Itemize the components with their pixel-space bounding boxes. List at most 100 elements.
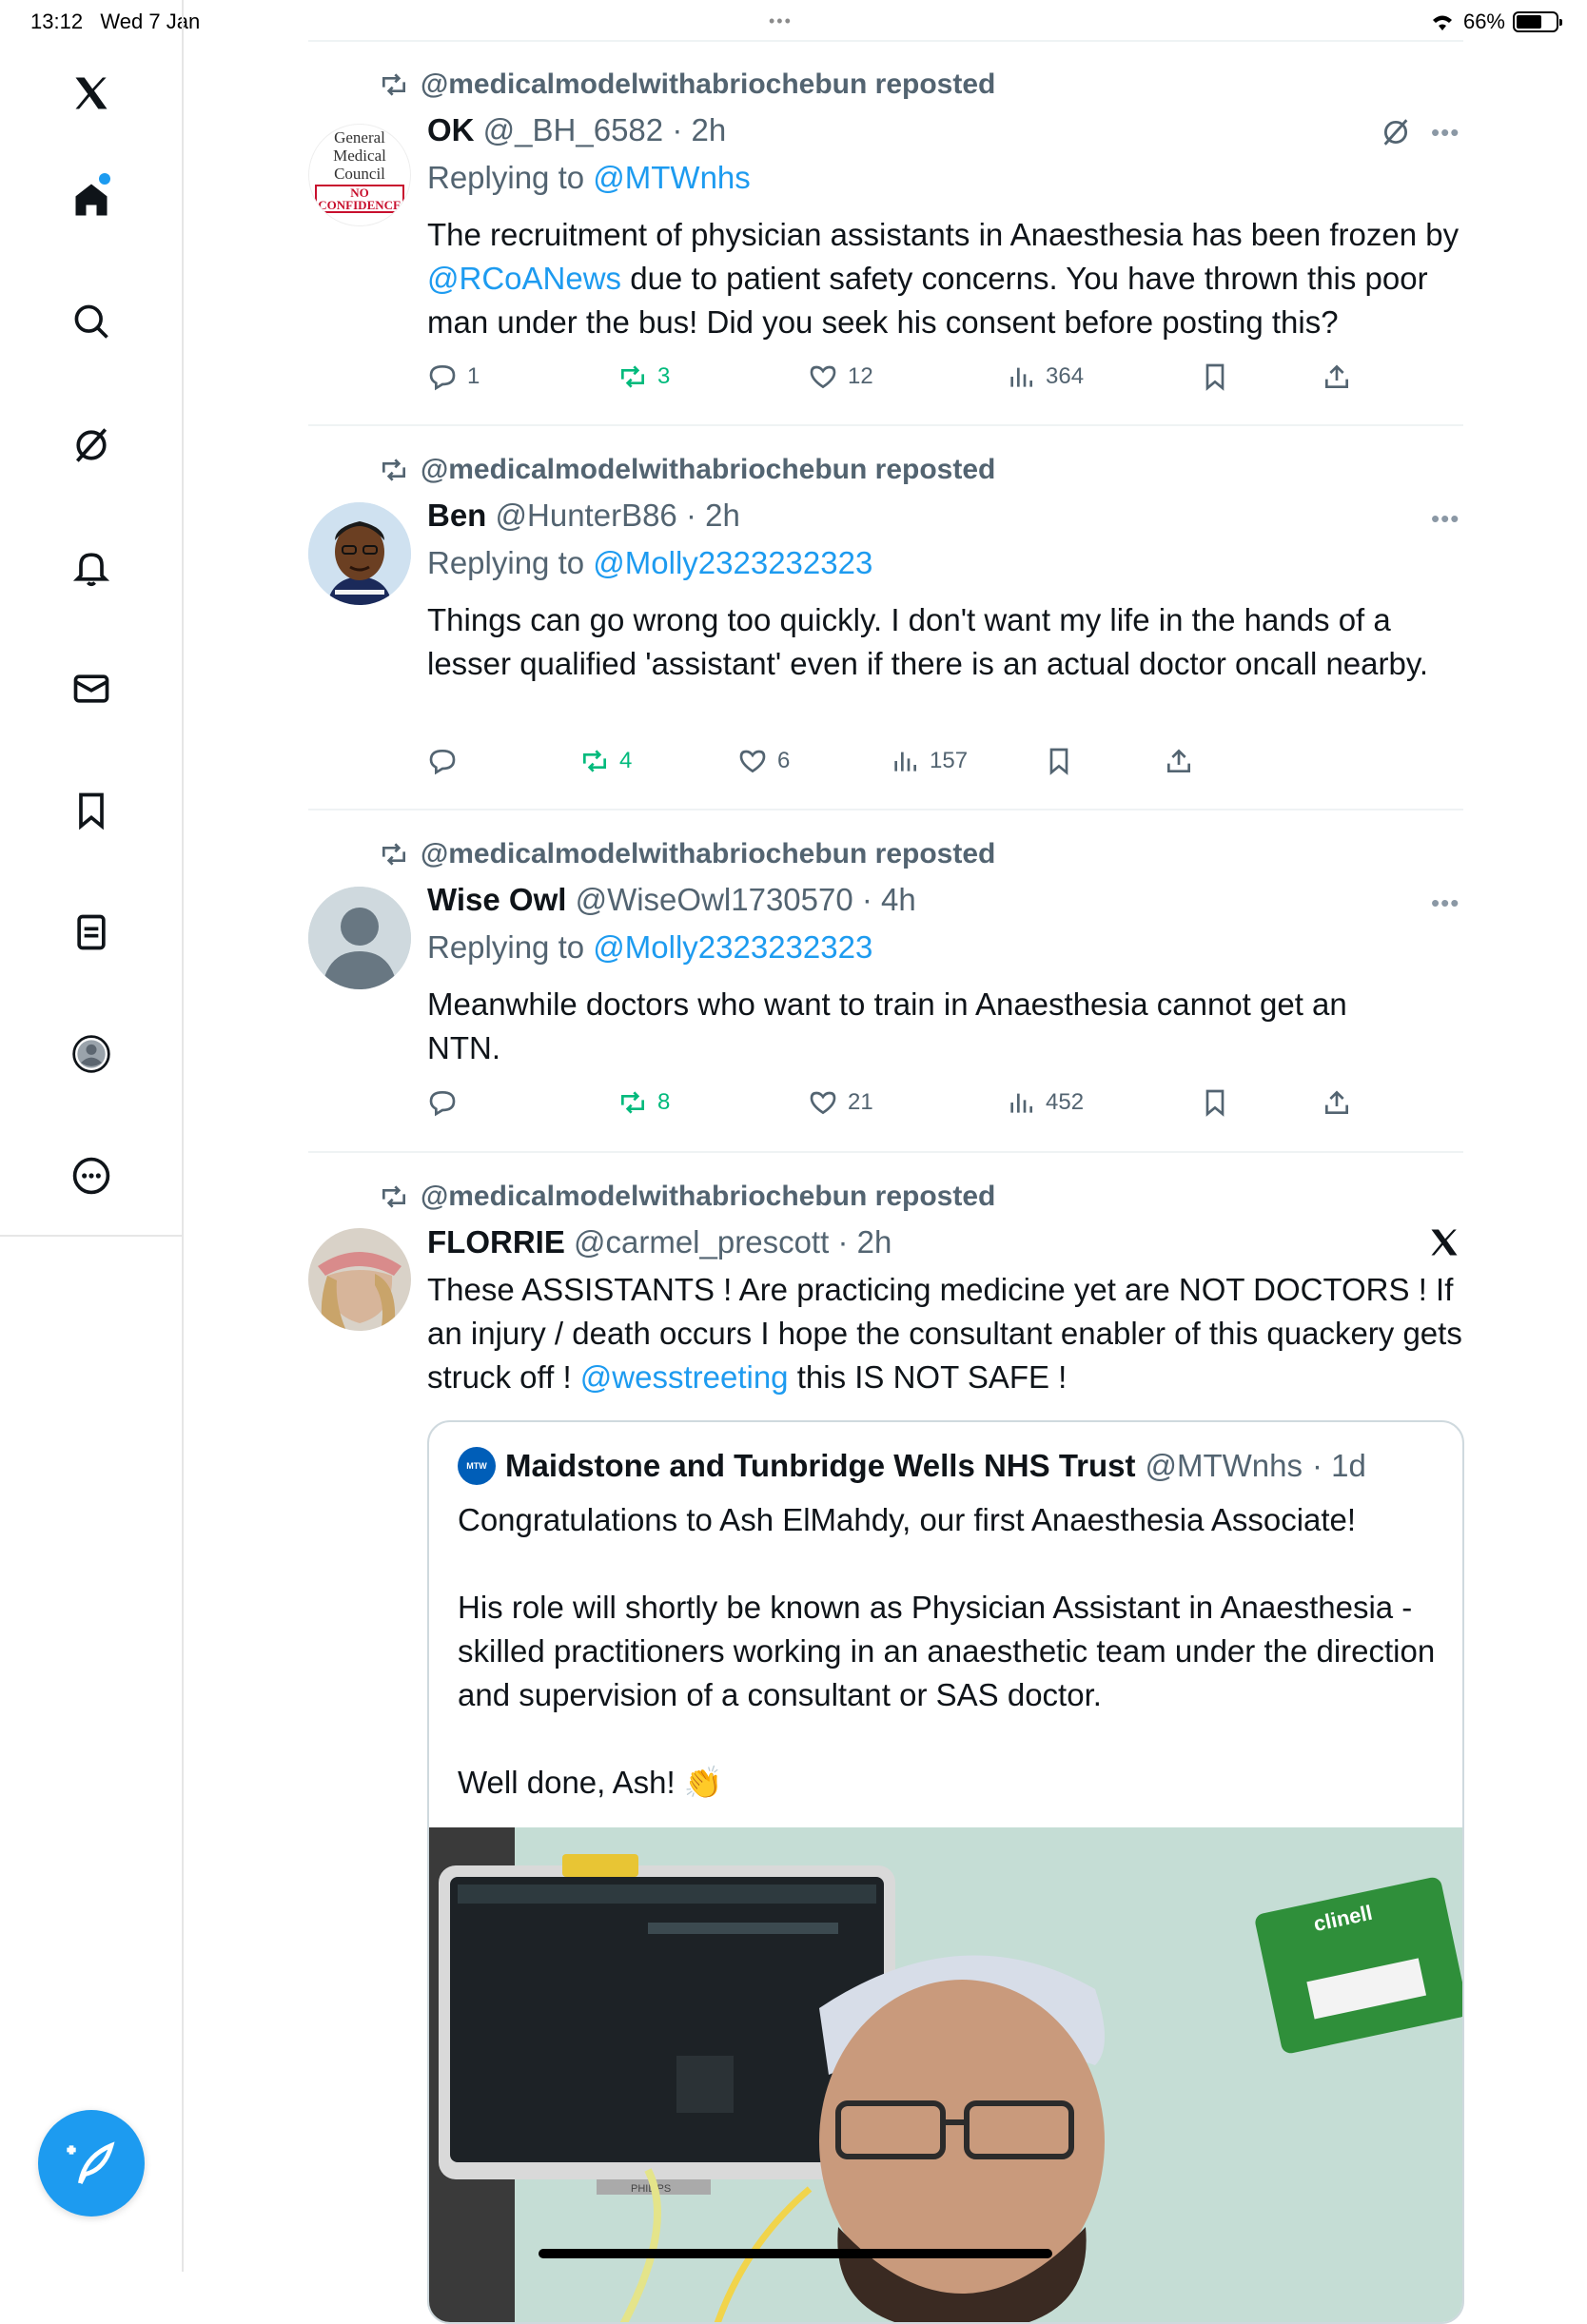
bookmark-button[interactable] [1200, 361, 1230, 392]
repost-icon [621, 1091, 644, 1114]
battery-fill [1517, 15, 1542, 29]
logo-text: MTW [466, 1461, 487, 1471]
display-name[interactable]: FLORRIE [427, 1224, 565, 1260]
x-logo-icon [1427, 1225, 1461, 1264]
post-author[interactable]: Wise Owl @WiseOwl1730570 · 4h [427, 882, 916, 918]
repost-header: @medicalmodelwithabriochebun reposted [379, 454, 995, 486]
repost-icon [382, 73, 405, 96]
multitasking-dots[interactable]: ••• [769, 11, 793, 31]
compose-icon [67, 2141, 115, 2185]
grok-icon[interactable] [1380, 116, 1412, 153]
handle[interactable]: @_BH_6582 [483, 112, 663, 147]
timestamp[interactable]: · 2h [837, 1224, 891, 1260]
timestamp[interactable]: · 4h [862, 882, 916, 917]
post-text: These ASSISTANTS ! Are practicing medici… [427, 1268, 1464, 1399]
views-icon [894, 752, 916, 771]
battery-icon [1513, 11, 1562, 32]
reply-button[interactable]: 1 [427, 361, 480, 392]
timestamp[interactable]: · 1d [1312, 1448, 1366, 1484]
post-author[interactable]: FLORRIE @carmel_prescott · 2h [427, 1224, 891, 1260]
like-button[interactable]: 12 [808, 361, 873, 392]
repost-count: 8 [657, 1089, 671, 1115]
repost-icon [621, 365, 644, 388]
bookmark-button[interactable] [1200, 1087, 1230, 1118]
reply-icon [429, 364, 456, 391]
repost-label: @medicalmodelwithabriochebun reposted [421, 68, 996, 100]
views-button[interactable]: 364 [1006, 361, 1084, 392]
display-name[interactable]: Ben [427, 498, 486, 533]
bookmark-icon [1205, 363, 1225, 391]
replying-to-link[interactable]: @Molly2323232323 [593, 929, 872, 965]
view-count: 157 [930, 748, 969, 773]
heart-icon [810, 1091, 836, 1115]
views-button[interactable]: 157 [890, 746, 968, 776]
feed-divider [308, 40, 1463, 42]
handle[interactable]: @HunterB86 [496, 498, 677, 533]
avatar-text: Council [334, 165, 385, 183]
more-options-icon[interactable]: ••• [1431, 504, 1460, 534]
repost-button[interactable]: 8 [617, 1087, 670, 1118]
post-author[interactable]: Ben @HunterB86 · 2h [427, 498, 740, 534]
avatar[interactable]: General Medical Council NO CONFIDENCE [308, 124, 411, 226]
lists-icon[interactable] [69, 909, 114, 955]
quoted-post-author[interactable]: MTW Maidstone and Tunbridge Wells NHS Tr… [458, 1447, 1366, 1485]
like-button[interactable]: 6 [737, 746, 790, 776]
replying-prefix: Replying to [427, 545, 585, 580]
home-indicator[interactable] [539, 2249, 1052, 2258]
grok-icon[interactable] [69, 422, 114, 468]
avatar[interactable] [308, 502, 411, 605]
more-icon[interactable] [69, 1153, 114, 1199]
notifications-icon[interactable] [69, 544, 114, 590]
avatar[interactable] [308, 1228, 411, 1331]
mention-link[interactable]: @wesstreeting [580, 1359, 789, 1395]
quoted-paragraph: Well done, Ash! 👏 [458, 1765, 723, 1800]
avatar[interactable] [308, 887, 411, 989]
sidebar-divider [0, 1235, 184, 1237]
repost-icon [583, 750, 606, 772]
views-button[interactable]: 452 [1006, 1087, 1084, 1118]
reply-button[interactable] [427, 746, 467, 776]
post-author[interactable]: OK @_BH_6582 · 2h [427, 112, 726, 148]
share-icon [1325, 364, 1348, 388]
bookmarks-icon[interactable] [69, 788, 114, 833]
repost-icon [382, 843, 405, 866]
display-name[interactable]: OK [427, 112, 475, 147]
bookmark-icon [1049, 748, 1068, 775]
replying-to-link[interactable]: @Molly2323232323 [593, 545, 872, 580]
quoted-post[interactable]: MTW Maidstone and Tunbridge Wells NHS Tr… [427, 1420, 1464, 2324]
timestamp[interactable]: · 2h [672, 112, 726, 147]
repost-count: 3 [657, 363, 671, 389]
handle[interactable]: @carmel_prescott [574, 1224, 829, 1260]
replying-to-link[interactable]: @MTWnhs [593, 160, 751, 195]
display-name[interactable]: Wise Owl [427, 882, 566, 917]
reply-count: 1 [467, 363, 480, 389]
share-button[interactable] [1322, 361, 1352, 392]
repost-button[interactable]: 4 [579, 746, 632, 776]
timestamp[interactable]: · 2h [686, 498, 740, 533]
compose-button[interactable] [38, 2110, 145, 2217]
replying-to: Replying to @Molly2323232323 [427, 929, 872, 966]
share-button[interactable] [1322, 1087, 1352, 1118]
more-options-icon[interactable]: ••• [1431, 889, 1460, 918]
search-icon[interactable] [69, 299, 114, 344]
handle[interactable]: @MTWnhs [1146, 1448, 1303, 1484]
profile-icon[interactable] [69, 1031, 114, 1077]
repost-button[interactable]: 3 [617, 361, 670, 392]
views-icon [1010, 1093, 1032, 1113]
messages-icon[interactable] [69, 666, 114, 712]
more-options-icon[interactable]: ••• [1431, 118, 1460, 147]
reply-button[interactable] [427, 1087, 467, 1118]
share-button[interactable] [1164, 746, 1194, 776]
repost-header: @medicalmodelwithabriochebun reposted [379, 838, 995, 870]
mention-link[interactable]: @RCoANews [427, 261, 621, 296]
bookmark-button[interactable] [1044, 746, 1074, 776]
view-count: 452 [1046, 1089, 1085, 1115]
wifi-icon [1432, 15, 1452, 30]
x-logo-icon[interactable] [69, 70, 114, 116]
display-name[interactable]: Maidstone and Tunbridge Wells NHS Trust [505, 1448, 1136, 1484]
handle[interactable]: @WiseOwl1730570 [576, 882, 853, 917]
like-button[interactable]: 21 [808, 1087, 873, 1118]
feed-divider [308, 424, 1463, 426]
feed-divider [308, 1151, 1463, 1153]
like-count: 12 [848, 363, 873, 389]
